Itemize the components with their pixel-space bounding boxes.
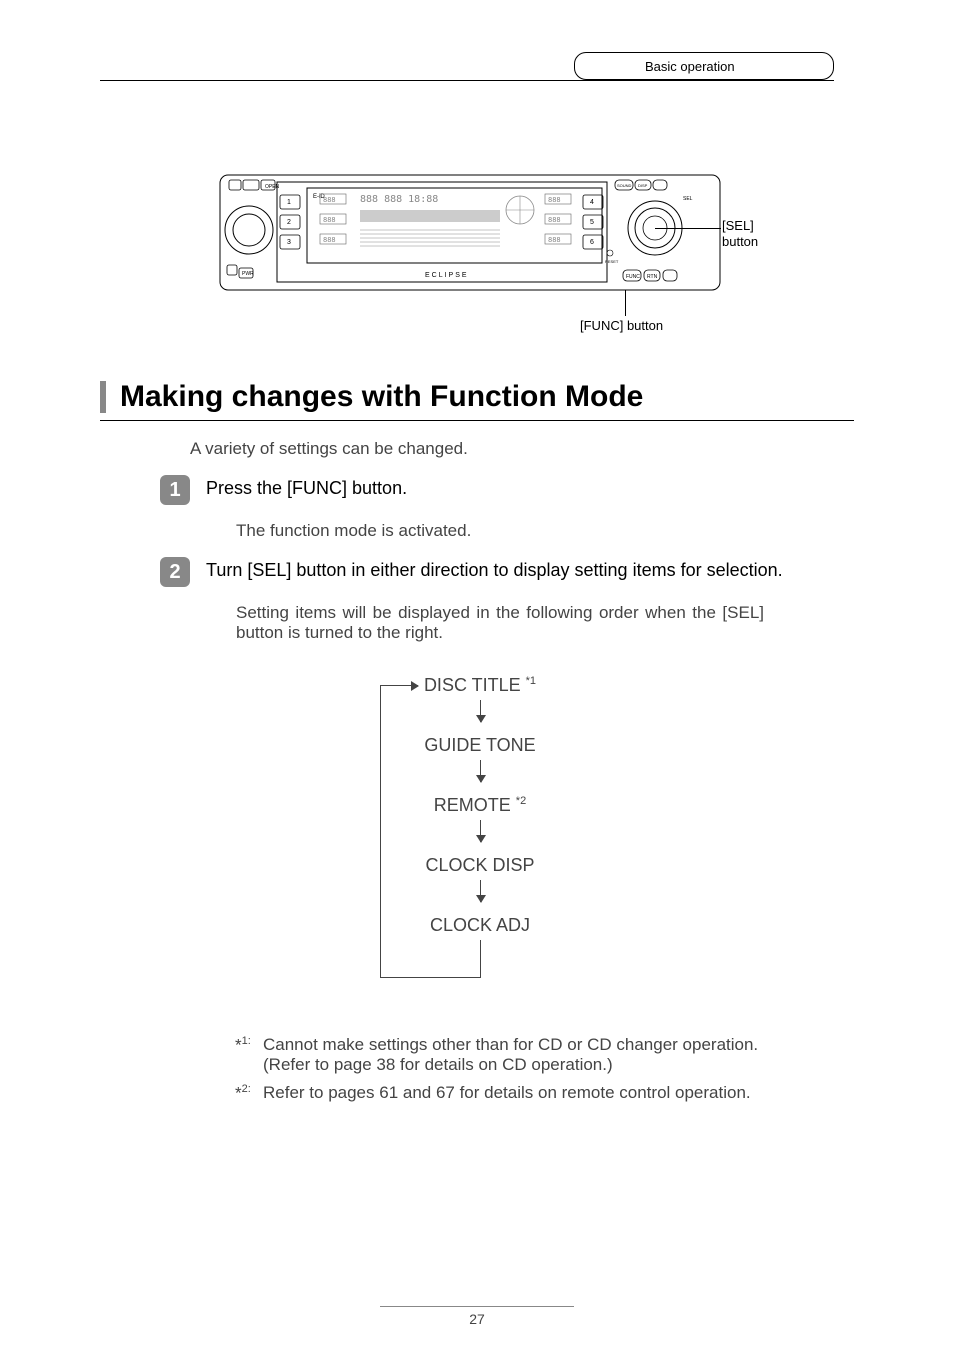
step-number-badge: 2 xyxy=(160,557,190,587)
svg-text:RESET: RESET xyxy=(605,259,619,264)
svg-text:888: 888 xyxy=(548,236,561,244)
step-instruction: Press the [FUNC] button. xyxy=(206,475,854,499)
flow-item: CLOCK DISP xyxy=(380,855,580,876)
svg-text:OPEN: OPEN xyxy=(265,184,280,190)
heading-text: Making changes with Function Mode xyxy=(120,380,643,414)
page-number-divider xyxy=(380,1306,574,1307)
svg-text:3: 3 xyxy=(287,239,291,246)
svg-text:PWR: PWR xyxy=(242,271,254,277)
flow-down-arrow xyxy=(480,820,481,842)
svg-text:5: 5 xyxy=(590,219,594,226)
step-row: 2 Turn [SEL] button in either direction … xyxy=(160,557,854,587)
flow-down-arrow xyxy=(480,760,481,782)
step-number-badge: 1 xyxy=(160,475,190,505)
func-button-label: [FUNC] button xyxy=(580,318,663,333)
car-stereo-illustration: OPEN PWR 1 2 3 E-iD 888 888 888 888 888 … xyxy=(215,170,725,300)
svg-text:2: 2 xyxy=(287,219,291,226)
heading-accent-bar xyxy=(100,381,106,413)
svg-text:4: 4 xyxy=(590,199,594,206)
svg-text:888: 888 xyxy=(548,196,561,204)
footnote: *2: Refer to pages 61 and 67 for details… xyxy=(235,1083,764,1104)
svg-text:DISP: DISP xyxy=(638,183,648,188)
footnote-text: Cannot make settings other than for CD o… xyxy=(263,1035,764,1075)
flow-down-arrow xyxy=(480,700,481,722)
svg-text:SOUND: SOUND xyxy=(617,183,632,188)
step-description: Setting items will be displayed in the f… xyxy=(236,603,764,643)
header-section-text: Basic operation xyxy=(645,59,735,74)
svg-text:888: 888 xyxy=(548,216,561,224)
svg-text:ECLIPSE: ECLIPSE xyxy=(425,272,469,279)
footnote-marker: *2: xyxy=(235,1083,263,1104)
svg-text:FUNC: FUNC xyxy=(626,274,640,280)
flow-down-line xyxy=(480,940,481,962)
section-heading: Making changes with Function Mode xyxy=(100,380,854,421)
flow-loop-bottom xyxy=(380,977,480,978)
sel-callout-line xyxy=(655,228,721,229)
intro-text: A variety of settings can be changed. xyxy=(190,439,854,459)
svg-text:RTN: RTN xyxy=(647,274,658,280)
flow-item: CLOCK ADJ xyxy=(380,915,580,936)
step-instruction: Turn [SEL] button in either direction to… xyxy=(206,557,854,581)
svg-text:888: 888 xyxy=(323,196,336,204)
header-section-tab: Basic operation xyxy=(574,52,834,80)
svg-text:SEL: SEL xyxy=(683,196,693,202)
sel-button-label: [SEL] button xyxy=(722,218,772,249)
svg-text:6: 6 xyxy=(590,239,594,246)
flow-loop-bottom-v xyxy=(480,962,481,978)
footnote: *1: Cannot make settings other than for … xyxy=(235,1035,764,1075)
svg-text:1: 1 xyxy=(287,199,291,206)
footnotes-area: *1: Cannot make settings other than for … xyxy=(235,1035,764,1104)
step-row: 1 Press the [FUNC] button. xyxy=(160,475,854,505)
flow-down-arrow xyxy=(480,880,481,902)
step-description: The function mode is activated. xyxy=(236,521,764,541)
footnote-text: Refer to pages 61 and 67 for details on … xyxy=(263,1083,764,1104)
settings-flow-diagram: DISC TITLE *1 GUIDE TONE REMOTE *2 CLOCK… xyxy=(380,675,620,995)
flow-item: GUIDE TONE xyxy=(380,735,580,756)
page-number: 27 xyxy=(0,1311,954,1327)
func-callout-line xyxy=(625,290,626,316)
svg-text:888: 888 xyxy=(323,236,336,244)
device-diagram-area: OPEN PWR 1 2 3 E-iD 888 888 888 888 888 … xyxy=(100,170,854,370)
footnote-marker: *1: xyxy=(235,1035,263,1075)
flow-item: DISC TITLE *1 xyxy=(380,675,580,696)
svg-text:888: 888 xyxy=(323,216,336,224)
flow-item: REMOTE *2 xyxy=(380,795,580,816)
header-divider xyxy=(100,80,834,81)
svg-text:888 888 18:88: 888 888 18:88 xyxy=(360,194,438,205)
